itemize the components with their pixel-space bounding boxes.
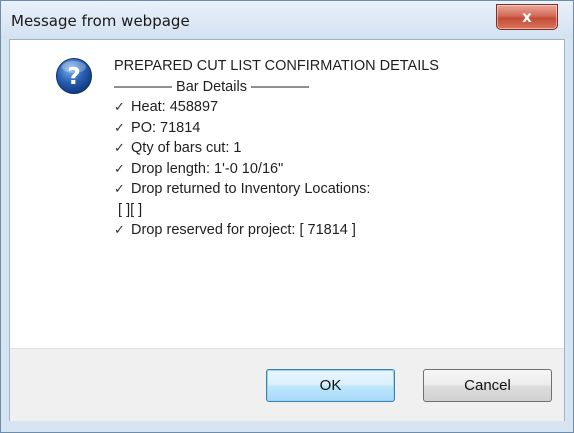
checkmark-icon: ✓ (114, 181, 125, 196)
message-line: ✓ Drop length: 1'-0 10/16" (114, 159, 439, 180)
message-line: ✓ Qty of bars cut: 1 (114, 138, 439, 159)
close-button[interactable]: x (496, 4, 558, 30)
message-line-text: Qty of bars cut: 1 (131, 140, 242, 156)
window-title: Message from webpage (11, 12, 190, 30)
message-line: ✓ Heat: 458897 (114, 97, 439, 118)
svg-text:?: ? (67, 64, 80, 90)
title-bar[interactable]: Message from webpage x (1, 1, 573, 39)
message-line-text: Drop length: 1'-0 10/16" (131, 160, 284, 177)
checkmark-icon: ✓ (114, 222, 125, 237)
message-line-text: Drop reserved for project: [ 71814 ] (131, 222, 356, 238)
question-icon: ? (56, 58, 92, 94)
message-line: ✓ Drop returned to Inventory Locations: (114, 179, 439, 200)
message-line-text: Drop returned to Inventory Locations: (131, 181, 371, 197)
message-line-text: PREPARED CUT LIST CONFIRMATION DETAILS (114, 58, 439, 74)
message-text: PREPARED CUT LIST CONFIRMATION DETAILS ——… (114, 56, 439, 241)
ok-button[interactable]: OK (266, 369, 395, 402)
button-bar: OK Cancel (10, 348, 564, 421)
message-line: ✓ PO: 71814 (114, 118, 439, 139)
checkmark-icon: ✓ (114, 160, 125, 176)
message-line: ———— Bar Details ———— (114, 77, 439, 98)
message-line-text: Heat: 458897 (131, 99, 219, 115)
checkmark-icon: ✓ (114, 140, 125, 155)
message-line-text: [ ][ ] (114, 201, 143, 218)
cancel-button[interactable]: Cancel (423, 369, 552, 402)
dialog-window: Message from webpage x ? PREPARED CUT LI… (0, 0, 574, 433)
message-line: [ ][ ] (114, 200, 439, 221)
message-line-text: ———— Bar Details ———— (114, 78, 309, 95)
message-line: ✓ Drop reserved for project: [ 71814 ] (114, 220, 439, 241)
message-line-text: PO: 71814 (131, 119, 201, 136)
message-line: PREPARED CUT LIST CONFIRMATION DETAILS (114, 56, 439, 77)
checkmark-icon: ✓ (114, 99, 125, 114)
checkmark-icon: ✓ (114, 119, 125, 135)
